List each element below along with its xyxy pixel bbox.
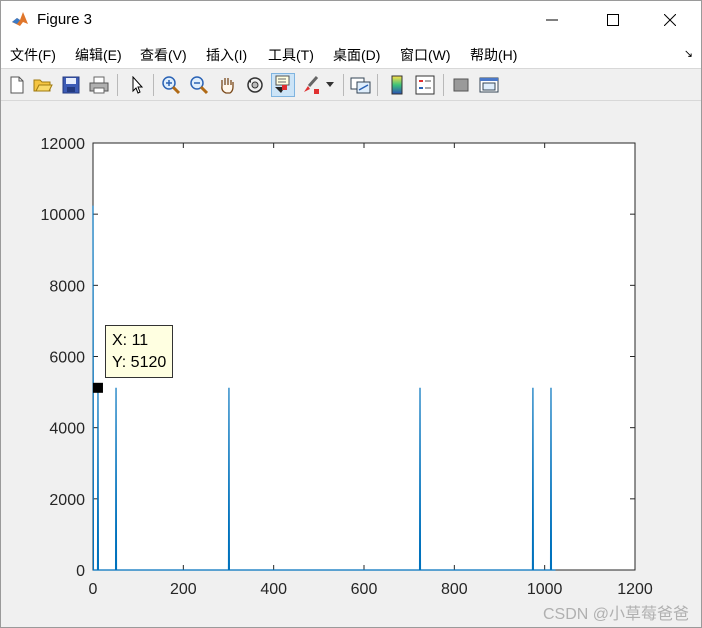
matlab-icon <box>11 10 29 28</box>
data-tip-marker <box>92 382 103 393</box>
figure-window: Figure 3 文件(F) 编辑(E) 查看(V) 插入(I) 工具(T) 桌… <box>0 0 702 628</box>
show-plot-tools-button[interactable] <box>477 73 501 97</box>
open-file-button[interactable] <box>31 73 55 97</box>
zoom-out-button[interactable] <box>187 73 211 97</box>
pan-hand-icon <box>221 78 234 94</box>
menu-file[interactable]: 文件(F) <box>10 45 56 65</box>
data-cursor-icon <box>275 75 290 93</box>
y-tick-label: 8000 <box>49 278 85 295</box>
link-plot-button[interactable] <box>349 73 373 97</box>
data-cursor-button[interactable] <box>271 73 295 97</box>
x-tick-label: 400 <box>260 581 287 598</box>
brush-dropdown-icon <box>326 82 334 87</box>
minimize-button[interactable] <box>529 1 575 39</box>
figure-toolbar <box>1 68 701 101</box>
new-figure-button[interactable] <box>5 73 29 97</box>
rotate-3d-button[interactable] <box>243 73 267 97</box>
zoom-in-button[interactable] <box>159 73 183 97</box>
brush-icon <box>304 76 319 94</box>
menu-insert[interactable]: 插入(I) <box>206 45 247 65</box>
menu-bar: 文件(F) 编辑(E) 查看(V) 插入(I) 工具(T) 桌面(D) 窗口(W… <box>1 39 701 68</box>
y-tick-label: 12000 <box>41 136 86 153</box>
hide-plot-tools-button[interactable] <box>449 73 473 97</box>
colorbar-button[interactable] <box>385 73 409 97</box>
x-tick-label: 1000 <box>527 581 563 598</box>
legend-button[interactable] <box>413 73 437 97</box>
maximize-button[interactable] <box>590 1 636 39</box>
y-tick-label: 6000 <box>49 350 85 367</box>
zoom-in-icon <box>162 76 181 95</box>
save-icon <box>62 76 80 94</box>
x-tick-label: 600 <box>351 581 378 598</box>
brush-button[interactable] <box>299 73 323 97</box>
data-tip-y: Y: 5120 <box>112 354 167 371</box>
dock-arrow-icon[interactable]: ↘ <box>684 47 693 60</box>
watermark: CSDN @小草莓爸爸 <box>542 606 689 623</box>
menu-edit[interactable]: 编辑(E) <box>75 45 122 65</box>
minimize-icon <box>546 19 558 21</box>
rotate-3d-icon <box>247 77 263 93</box>
print-button[interactable] <box>87 73 111 97</box>
toolbar-separator <box>343 74 344 96</box>
print-icon <box>89 76 109 94</box>
menu-view[interactable]: 查看(V) <box>140 45 187 65</box>
select-pointer-button[interactable] <box>125 73 149 97</box>
colorbar-icon <box>391 75 403 95</box>
link-plot-icon <box>350 77 371 94</box>
y-tick-label: 0 <box>76 563 85 580</box>
window-title: Figure 3 <box>37 11 93 28</box>
y-tick-label: 4000 <box>49 421 85 438</box>
close-button[interactable] <box>647 1 693 39</box>
data-tip[interactable]: X: 11 Y: 5120 <box>105 325 173 378</box>
menu-tools[interactable]: 工具(T) <box>268 45 314 65</box>
hide-plot-tools-icon <box>453 78 469 92</box>
zoom-out-icon <box>190 76 209 95</box>
toolbar-separator <box>117 74 118 96</box>
menu-desktop[interactable]: 桌面(D) <box>333 45 380 65</box>
data-tip-x: X: 11 <box>112 332 149 349</box>
menu-window[interactable]: 窗口(W) <box>400 45 451 65</box>
menu-help[interactable]: 帮助(H) <box>470 45 517 65</box>
show-plot-tools-icon <box>479 77 499 93</box>
y-tick-label: 2000 <box>49 492 85 509</box>
new-figure-icon <box>10 76 24 94</box>
maximize-icon <box>607 14 619 26</box>
legend-icon <box>415 75 435 95</box>
open-file-icon <box>33 79 53 92</box>
y-tick-label: 10000 <box>41 207 86 224</box>
x-tick-label: 0 <box>89 581 98 598</box>
pan-button[interactable] <box>215 73 239 97</box>
x-tick-label: 200 <box>170 581 197 598</box>
x-tick-label: 1200 <box>617 581 653 598</box>
select-pointer-icon <box>132 76 144 94</box>
close-icon <box>664 14 676 26</box>
figure-canvas: 0 200 400 600 800 1000 1200 0 2000 4000 6000 8000 10… <box>1 101 701 627</box>
toolbar-separator <box>153 74 154 96</box>
toolbar-separator <box>377 74 378 96</box>
brush-dropdown-button[interactable] <box>323 73 337 97</box>
x-tick-label: 800 <box>441 581 468 598</box>
toolbar-separator <box>443 74 444 96</box>
axes-box <box>92 142 636 571</box>
save-button[interactable] <box>59 73 83 97</box>
title-bar: Figure 3 <box>1 1 701 39</box>
